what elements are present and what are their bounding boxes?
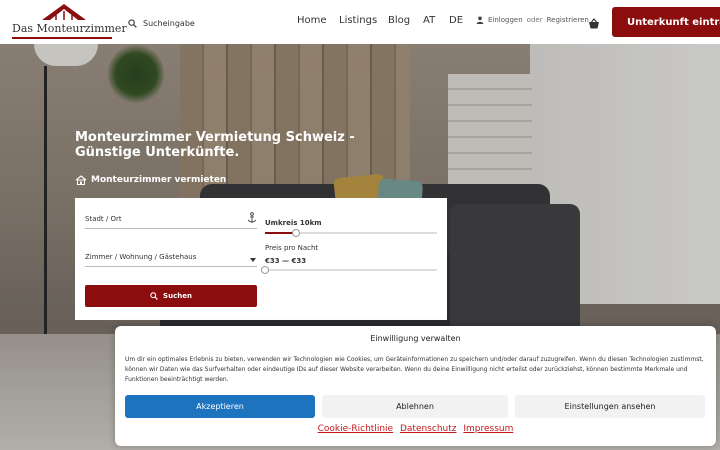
add-listing-button[interactable]: Unterkunft eintragen bbox=[612, 7, 720, 37]
user-icon bbox=[476, 16, 484, 24]
login-area: Einloggen oder Registrieren bbox=[476, 16, 589, 24]
search-input[interactable] bbox=[143, 18, 253, 28]
search-icon bbox=[150, 292, 158, 300]
nav-home[interactable]: Home bbox=[297, 15, 327, 26]
city-field-underline bbox=[85, 228, 257, 229]
consent-text: Um dir ein optimales Erlebnis zu bieten,… bbox=[125, 356, 704, 383]
price-slider-handle[interactable] bbox=[261, 266, 269, 274]
chevron-down-icon[interactable] bbox=[250, 258, 256, 262]
search-submit-label: Suchen bbox=[163, 292, 192, 300]
hero-subtitle-text: Monteurzimmer vermieten bbox=[91, 175, 227, 185]
price-slider[interactable] bbox=[261, 266, 437, 274]
hero-subtitle[interactable]: Monteurzimmer vermieten bbox=[75, 175, 226, 185]
consent-links: Cookie-Richtlinie Datenschutz Impressum bbox=[115, 424, 716, 434]
search-icon[interactable] bbox=[128, 18, 137, 28]
register-link[interactable]: Registrieren bbox=[547, 16, 589, 24]
settings-button[interactable]: Einstellungen ansehen bbox=[515, 395, 705, 418]
hero-title: Monteurzimmer Vermietung Schweiz - Günst… bbox=[75, 130, 355, 160]
radius-label: Umkreis 10km bbox=[265, 219, 322, 227]
city-field[interactable]: Stadt / Ort bbox=[85, 215, 122, 223]
nav-de[interactable]: DE bbox=[449, 15, 463, 26]
cookie-policy-link[interactable]: Cookie-Richtlinie bbox=[318, 424, 393, 434]
consent-title: Einwilligung verwalten bbox=[370, 334, 461, 343]
add-listing-label: Unterkunft eintragen bbox=[627, 16, 720, 28]
roof-logo-icon bbox=[42, 4, 86, 20]
nav-listings[interactable]: Listings bbox=[339, 15, 377, 26]
type-select[interactable]: Zimmer / Wohnung / Gästehaus bbox=[85, 253, 196, 261]
login-link[interactable]: Einloggen bbox=[488, 16, 523, 24]
house-icon bbox=[75, 175, 87, 185]
search-card: Stadt / Ort Zimmer / Wohnung / Gästehaus… bbox=[75, 198, 447, 320]
imprint-link[interactable]: Impressum bbox=[463, 424, 513, 434]
type-select-underline bbox=[85, 266, 257, 267]
accept-button[interactable]: Akzeptieren bbox=[125, 395, 315, 418]
price-label: Preis pro Nacht bbox=[265, 244, 319, 252]
privacy-link[interactable]: Datenschutz bbox=[400, 424, 457, 434]
logo-underline bbox=[12, 37, 112, 39]
deny-button[interactable]: Ablehnen bbox=[322, 395, 508, 418]
basket-icon bbox=[589, 18, 599, 29]
anchor-icon[interactable] bbox=[247, 212, 257, 224]
logo-text: Das Monteurzimmer bbox=[12, 22, 127, 35]
cart-button[interactable] bbox=[588, 15, 600, 34]
login-separator: oder bbox=[526, 16, 543, 24]
price-value: €33 — €33 bbox=[265, 257, 307, 265]
header-search bbox=[128, 16, 253, 30]
nav-blog[interactable]: Blog bbox=[388, 15, 410, 26]
search-submit-button[interactable]: Suchen bbox=[85, 285, 257, 307]
site-header: Das Monteurzimmer Home Listings Blog AT … bbox=[0, 0, 720, 44]
site-logo[interactable]: Das Monteurzimmer bbox=[12, 2, 127, 42]
radius-slider-handle[interactable] bbox=[291, 229, 300, 237]
nav-at[interactable]: AT bbox=[423, 15, 435, 26]
cookie-consent-dialog: Einwilligung verwalten Um dir ein optima… bbox=[115, 326, 716, 446]
radius-slider[interactable] bbox=[265, 229, 437, 237]
